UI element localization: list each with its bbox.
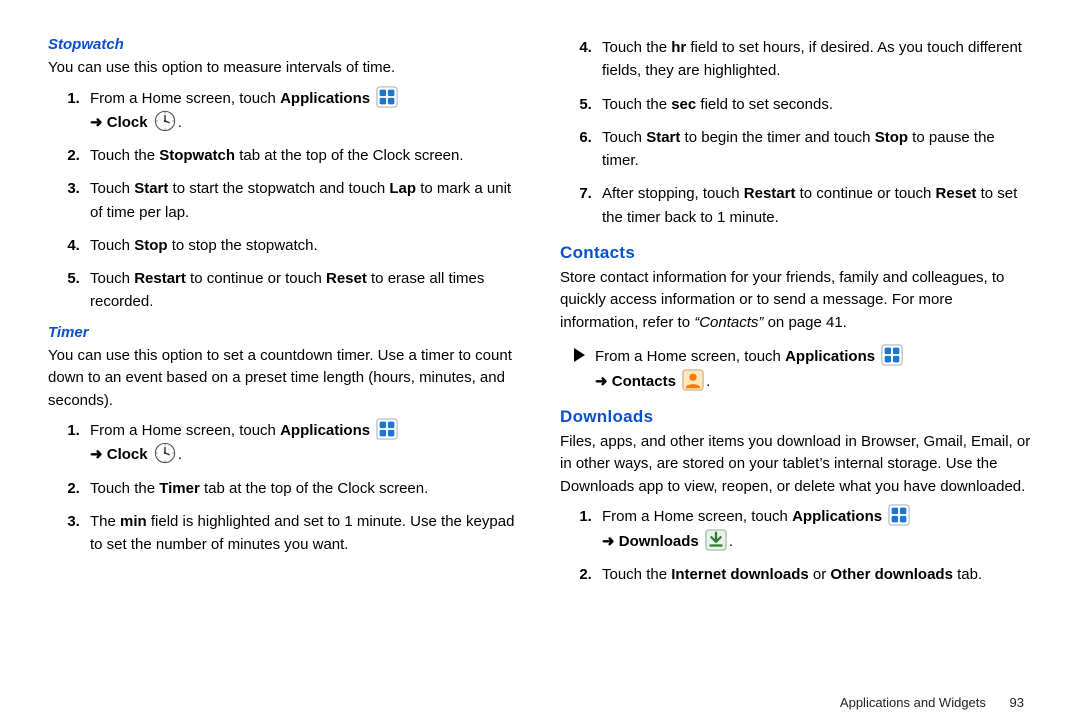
clock-icon <box>154 110 176 132</box>
page-footer: Applications and Widgets 93 <box>840 695 1024 710</box>
heading-stopwatch: Stopwatch <box>48 36 520 53</box>
applications-icon <box>881 344 903 366</box>
step: Touch Stop to stop the stopwatch. <box>84 234 520 257</box>
timer-intro: You can use this option to set a countdo… <box>48 345 520 413</box>
applications-icon <box>376 418 398 440</box>
contacts-icon <box>682 369 704 391</box>
right-column: Touch the hr field to set hours, if desi… <box>560 30 1032 670</box>
heading-timer: Timer <box>48 324 520 341</box>
step: From a Home screen, touch Applications ➜… <box>84 86 520 135</box>
heading-contacts: Contacts <box>560 243 1032 263</box>
step: Touch the hr field to set hours, if desi… <box>596 36 1032 83</box>
timer-steps: From a Home screen, touch Applications ➜… <box>48 418 520 556</box>
downloads-steps: From a Home screen, touch Applications ➜… <box>560 504 1032 586</box>
applications-icon <box>888 504 910 526</box>
downloads-icon <box>705 529 727 551</box>
left-column: Stopwatch You can use this option to mea… <box>48 30 520 670</box>
step: Touch Start to begin the timer and touch… <box>596 126 1032 173</box>
step: Touch Start to start the stopwatch and t… <box>84 177 520 224</box>
step: The min field is highlighted and set to … <box>84 510 520 557</box>
step: After stopping, touch Restart to continu… <box>596 182 1032 229</box>
step: From a Home screen, touch Applications ➜… <box>84 418 520 467</box>
heading-downloads: Downloads <box>560 407 1032 427</box>
applications-icon <box>376 86 398 108</box>
clock-icon <box>154 442 176 464</box>
manual-page: Stopwatch You can use this option to mea… <box>0 0 1080 680</box>
stopwatch-intro: You can use this option to measure inter… <box>48 57 520 80</box>
triangle-bullet-icon <box>574 348 585 362</box>
contacts-intro: Store contact information for your frien… <box>560 267 1032 335</box>
step: Touch the Timer tab at the top of the Cl… <box>84 477 520 500</box>
step: From a Home screen, touch Applications ➜… <box>596 504 1032 553</box>
step: Touch Restart to continue or touch Reset… <box>84 267 520 314</box>
downloads-intro: Files, apps, and other items you downloa… <box>560 431 1032 499</box>
step: Touch the Internet downloads or Other do… <box>596 563 1032 586</box>
contacts-bullet: From a Home screen, touch Applications ➜… <box>574 344 1032 393</box>
stopwatch-steps: From a Home screen, touch Applications ➜… <box>48 86 520 314</box>
footer-section: Applications and Widgets <box>840 695 986 710</box>
page-number: 93 <box>1010 695 1024 710</box>
timer-steps-continued: Touch the hr field to set hours, if desi… <box>560 36 1032 229</box>
step: Touch the sec field to set seconds. <box>596 93 1032 116</box>
step: Touch the Stopwatch tab at the top of th… <box>84 144 520 167</box>
